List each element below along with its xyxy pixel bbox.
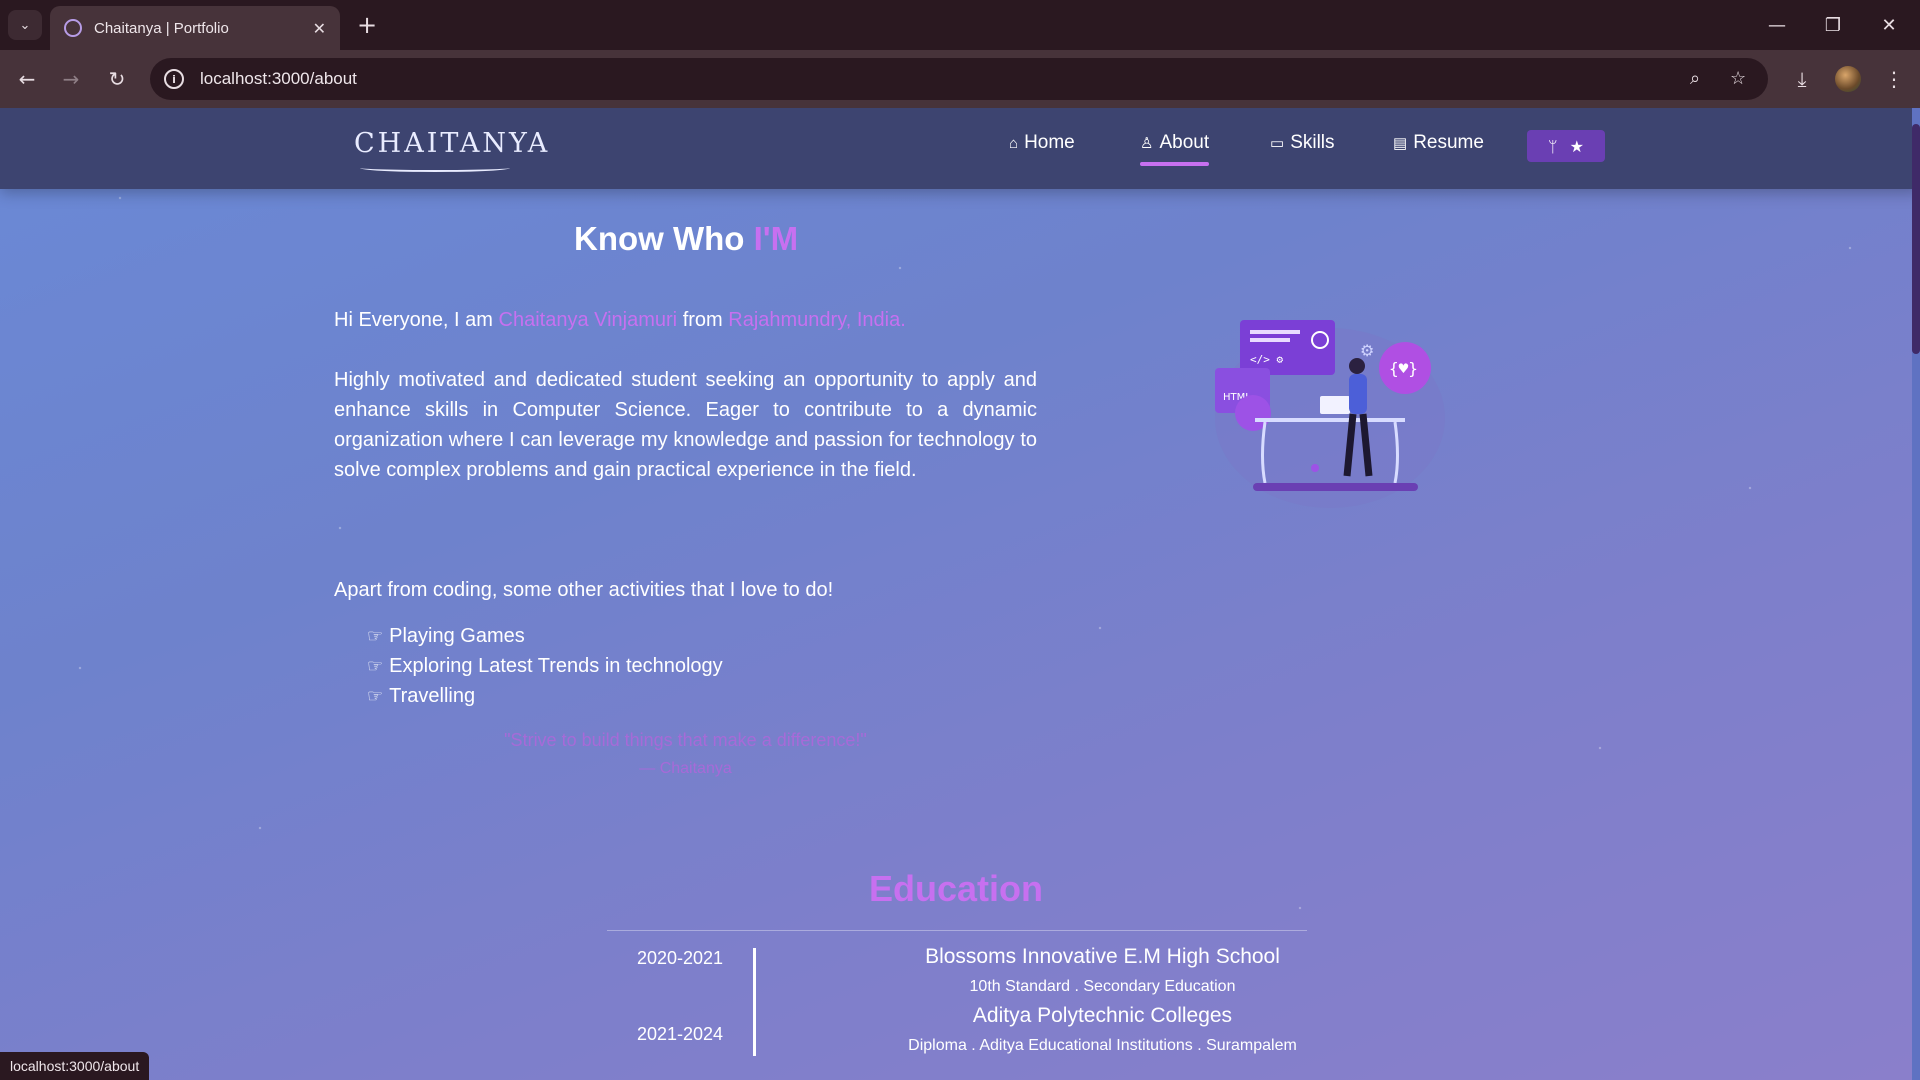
zoom-icon[interactable]: ⌕ [1690, 68, 1700, 89]
activity-label: Playing Games [389, 625, 525, 647]
nav-skills-label: Skills [1290, 132, 1335, 153]
about-heading: Know Who I'M [574, 220, 798, 258]
list-item: ☞ Exploring Latest Trends in technology [367, 651, 723, 681]
browser-tab[interactable]: Chaitanya | Portfolio ✕ [50, 6, 340, 50]
list-item: ☞ Playing Games [367, 621, 723, 651]
download-icon[interactable]: ⤓ [1785, 62, 1819, 96]
pointing-hand-icon: ☞ [367, 686, 384, 706]
forward-button[interactable]: → [54, 62, 88, 96]
browser-toolbar: ← → ↻ i localhost:3000/about ⌕ ☆ ⤓ ⋮ [0, 50, 1920, 108]
developer-illustration: </> ⚙ HTML {♥} ⚙ [1215, 320, 1445, 508]
nav-about-label: About [1159, 132, 1210, 153]
intro-text-b: from [677, 309, 729, 331]
about-heading-prefix: Know Who [574, 220, 754, 257]
star-icon: ★ [1569, 136, 1584, 156]
url-text: localhost:3000/about [200, 69, 357, 88]
profile-avatar[interactable] [1831, 62, 1865, 96]
nav-resume[interactable]: ▤ Resume [1393, 132, 1484, 154]
new-tab-button[interactable]: + [352, 10, 382, 40]
logo-swoosh [360, 164, 510, 172]
user-icon: ♙ [1140, 135, 1154, 152]
document-icon: ▤ [1393, 135, 1408, 152]
intro-place: Rajahmundry, India. [728, 309, 906, 331]
education-detail: 10th Standard . Secondary Education [969, 978, 1236, 995]
minimize-button[interactable]: — [1754, 8, 1800, 42]
intro-paragraph: Hi Everyone, I am Chaitanya Vinjamuri fr… [334, 305, 1037, 335]
quote-author: — Chaitanya [639, 760, 732, 777]
site-navbar: CHAITANYA ⌂ Home ♙ About ▭ Skills ▤ Resu… [0, 108, 1920, 189]
browser-tab-bar: ⌄ Chaitanya | Portfolio ✕ + — ❐ ✕ [0, 0, 1920, 50]
about-heading-accent: I'M [753, 220, 799, 257]
restore-button[interactable]: ❐ [1810, 8, 1856, 42]
fork-icon: ᛘ [1548, 136, 1558, 156]
home-icon: ⌂ [1009, 134, 1019, 152]
nav-resume-label: Resume [1413, 132, 1484, 153]
education-school: Blossoms Innovative E.M High School [925, 945, 1280, 968]
svg-text:⚙: ⚙ [1360, 341, 1374, 360]
avatar [1835, 66, 1861, 92]
status-bar-link: localhost:3000/about [0, 1052, 150, 1080]
nav-home-label: Home [1024, 132, 1075, 153]
activity-label: Exploring Latest Trends in technology [389, 655, 723, 677]
menu-kebab-icon[interactable]: ⋮ [1877, 62, 1911, 96]
summary-paragraph: Highly motivated and dedicated student s… [334, 369, 1037, 481]
close-window-button[interactable]: ✕ [1866, 8, 1912, 42]
reload-button[interactable]: ↻ [100, 62, 134, 96]
pointing-hand-icon: ☞ [367, 626, 384, 646]
tab-favicon-icon [64, 19, 82, 37]
activities-list: ☞ Playing Games ☞ Exploring Latest Trends … [367, 621, 723, 711]
quote-text: "Strive to build things that make a diff… [504, 730, 867, 750]
tab-title: Chaitanya | Portfolio [94, 19, 229, 37]
activities-intro: Apart from coding, some other activities… [334, 579, 834, 601]
tab-search-chevron-icon[interactable]: ⌄ [8, 10, 42, 40]
education-title: Education [868, 868, 1043, 909]
github-fork-button[interactable]: ᛘ ★ [1527, 130, 1605, 162]
address-bar[interactable]: i localhost:3000/about ⌕ ☆ [150, 58, 1768, 100]
pointing-hand-icon: ☞ [367, 656, 384, 676]
scrollbar-thumb[interactable] [1912, 124, 1920, 354]
list-item: ☞ Travelling [367, 681, 723, 711]
education-year: 2020-2021 [636, 948, 724, 968]
site-info-icon[interactable]: i [164, 69, 184, 89]
nav-skills[interactable]: ▭ Skills [1270, 132, 1335, 154]
intro-name: Chaitanya Vinjamuri [498, 309, 678, 331]
education-year: 2021-2024 [636, 1024, 724, 1044]
bookmark-star-icon[interactable]: ☆ [1730, 68, 1746, 89]
activity-label: Travelling [389, 685, 476, 707]
svg-text:{♥}: {♥} [1389, 359, 1418, 378]
nav-about[interactable]: ♙ About [1140, 132, 1210, 166]
timeline-rail [753, 948, 756, 1056]
nav-home[interactable]: ⌂ Home [1009, 132, 1075, 154]
laptop-icon: ▭ [1270, 135, 1285, 152]
svg-text:</> ⚙: </> ⚙ [1250, 353, 1283, 366]
tab-close-icon[interactable]: ✕ [313, 19, 326, 38]
page-scrollbar[interactable] [1912, 108, 1920, 1080]
education-school: Aditya Polytechnic Colleges [972, 1004, 1233, 1027]
intro-text-a: Hi Everyone, I am [334, 309, 499, 331]
education-detail: Diploma . Aditya Educational Institution… [908, 1037, 1297, 1054]
back-button[interactable]: ← [10, 62, 44, 96]
education-divider [607, 930, 1307, 931]
site-logo[interactable]: CHAITANYA [354, 128, 550, 159]
page-viewport: CHAITANYA ⌂ Home ♙ About ▭ Skills ▤ Resu… [0, 108, 1920, 1080]
